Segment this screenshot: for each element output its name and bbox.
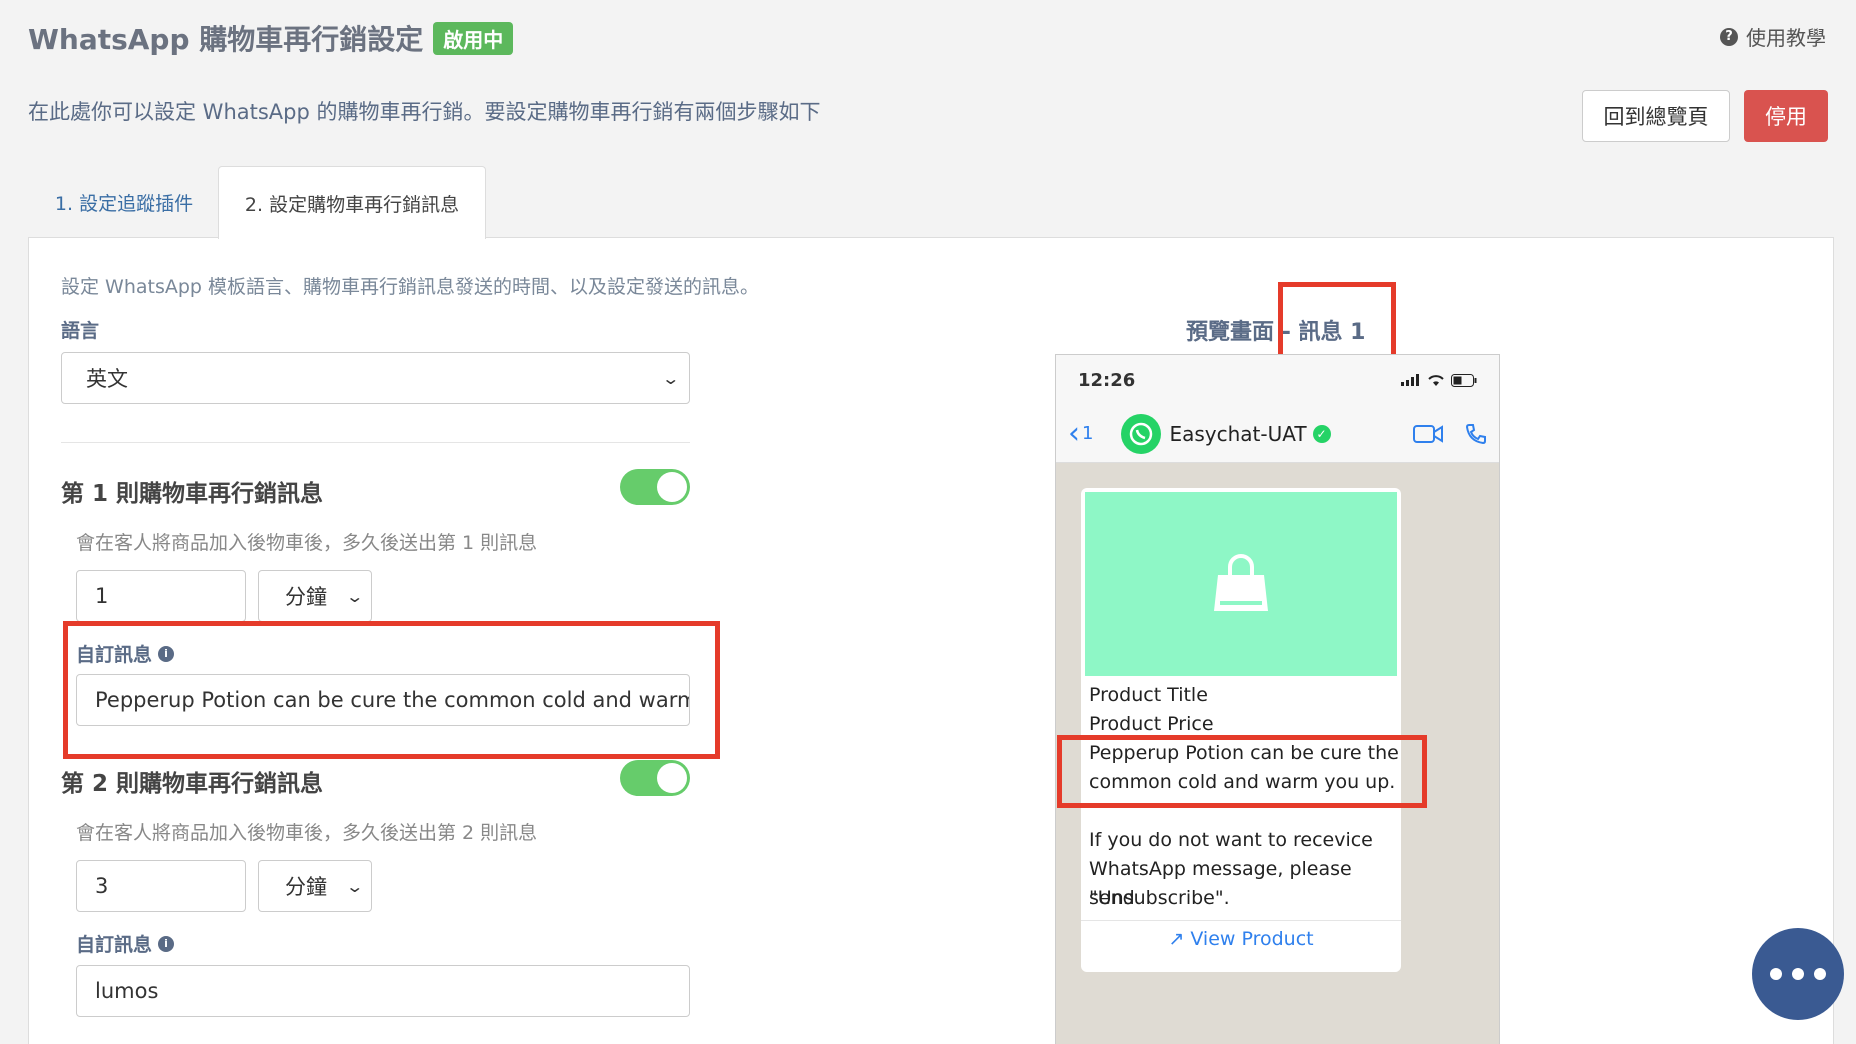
message-2-custom-label: 自訂訊息 i bbox=[76, 930, 175, 957]
preview-title-prefix: 預覽畫面 bbox=[1186, 320, 1275, 345]
chevron-down-icon: ⌄ bbox=[344, 586, 364, 606]
message-1-custom-label: 自訂訊息 i bbox=[76, 640, 175, 667]
shopping-bag-icon bbox=[1214, 554, 1268, 611]
external-link-icon: ↗ bbox=[1168, 928, 1185, 950]
language-select[interactable]: 英文 ⌄ bbox=[61, 352, 690, 404]
toggle-knob bbox=[657, 763, 687, 793]
message-2-title: 第 2 則購物車再行銷訊息 bbox=[61, 771, 324, 797]
message-1-title: 第 1 則購物車再行銷訊息 bbox=[61, 481, 324, 507]
message-2-unit-select[interactable]: 分鐘 ⌄ bbox=[258, 860, 372, 912]
info-icon: i bbox=[158, 645, 175, 662]
dot bbox=[1814, 968, 1826, 980]
product-image-placeholder bbox=[1085, 492, 1397, 676]
phone-status-bar: 12:26 bbox=[1056, 355, 1499, 405]
verified-icon: ✓ bbox=[1312, 424, 1331, 443]
page-title-text: WhatsApp 購物車再行銷設定 bbox=[28, 23, 424, 56]
bubble-divider bbox=[1081, 920, 1401, 921]
chevron-down-icon: ⌄ bbox=[344, 876, 364, 896]
dot bbox=[1792, 968, 1804, 980]
battery-icon bbox=[1451, 373, 1477, 387]
toggle-knob bbox=[657, 472, 687, 502]
dot bbox=[1770, 968, 1782, 980]
back-count: 1 bbox=[1082, 423, 1094, 444]
message-2-unit-value: 分鐘 bbox=[285, 875, 327, 899]
message-1-custom-label-text: 自訂訊息 bbox=[76, 644, 153, 666]
message-2-hint: 會在客人將商品加入後物車後，多久後送出第 2 則訊息 bbox=[76, 822, 538, 844]
message-2-custom-input[interactable]: lumos bbox=[76, 965, 690, 1017]
chat-widget-button[interactable] bbox=[1752, 928, 1844, 1020]
phone-call-icon bbox=[1465, 423, 1486, 444]
signal-icon bbox=[1401, 374, 1419, 386]
back-arrow-icon[interactable]: ‹ bbox=[1068, 418, 1080, 449]
video-call-icon bbox=[1413, 424, 1443, 443]
status-badge: 啟用中 bbox=[433, 21, 514, 55]
unsubscribe-line-3: "Unsubscribe". bbox=[1089, 887, 1230, 909]
language-label: 語言 bbox=[61, 320, 100, 342]
view-product-label: View Product bbox=[1190, 928, 1314, 950]
whatsapp-icon bbox=[1121, 413, 1162, 454]
contact-name: Easychat-UAT bbox=[1169, 421, 1307, 446]
chat-header: ‹ 1 Easychat-UAT ✓ bbox=[1056, 405, 1499, 463]
message-1-custom-input[interactable]: Pepperup Potion can be cure the common c… bbox=[76, 674, 690, 726]
page-title: WhatsApp 購物車再行銷設定 啟用中 bbox=[28, 18, 514, 58]
status-time: 12:26 bbox=[1078, 369, 1136, 391]
message-1-hint: 會在客人將商品加入後物車後，多久後送出第 1 則訊息 bbox=[76, 532, 538, 554]
message-2-toggle[interactable] bbox=[620, 760, 690, 796]
message-1-unit-select[interactable]: 分鐘 ⌄ bbox=[258, 570, 372, 622]
message-2-custom-label-text: 自訂訊息 bbox=[76, 934, 153, 956]
message-1-delay-input[interactable]: 1 bbox=[76, 570, 246, 622]
message-1-toggle[interactable] bbox=[620, 469, 690, 505]
back-to-overview-button[interactable]: 回到總覽頁 bbox=[1582, 90, 1730, 142]
intro-text: 在此處你可以設定 WhatsApp 的購物車再行銷。要設定購物車再行銷有兩個步驟… bbox=[28, 100, 821, 124]
disable-button[interactable]: 停用 bbox=[1744, 90, 1828, 142]
chevron-down-icon: ⌄ bbox=[660, 368, 680, 388]
tab-tracking-plugin[interactable]: 1. 設定追蹤插件 bbox=[30, 166, 218, 238]
message-bubble: Product Title Product Price Pepperup Pot… bbox=[1081, 488, 1401, 972]
phone-preview: 12:26 ‹ 1 Easychat-UAT ✓ Product Title P… bbox=[1055, 354, 1500, 1044]
help-link[interactable]: ? 使用教學 bbox=[1720, 22, 1826, 51]
unsubscribe-line-1: If you do not want to recevice bbox=[1089, 829, 1373, 851]
question-icon: ? bbox=[1720, 27, 1738, 46]
view-product-link[interactable]: ↗ View Product bbox=[1081, 928, 1401, 950]
form-description: 設定 WhatsApp 模板語言、購物車再行銷訊息發送的時間、以及設定發送的訊息… bbox=[61, 276, 760, 298]
wifi-icon bbox=[1428, 374, 1444, 386]
product-title: Product Title bbox=[1089, 684, 1208, 706]
language-select-value: 英文 bbox=[86, 367, 128, 391]
help-link-label: 使用教學 bbox=[1746, 26, 1826, 50]
info-icon: i bbox=[158, 935, 175, 952]
message-2-delay-input[interactable]: 3 bbox=[76, 860, 246, 912]
divider bbox=[61, 442, 690, 443]
tab-cart-messages[interactable]: 2. 設定購物車再行銷訊息 bbox=[218, 166, 486, 239]
status-icons bbox=[1401, 373, 1477, 387]
message-1-unit-value: 分鐘 bbox=[285, 585, 327, 609]
highlight-box-preview-message bbox=[1057, 735, 1427, 808]
